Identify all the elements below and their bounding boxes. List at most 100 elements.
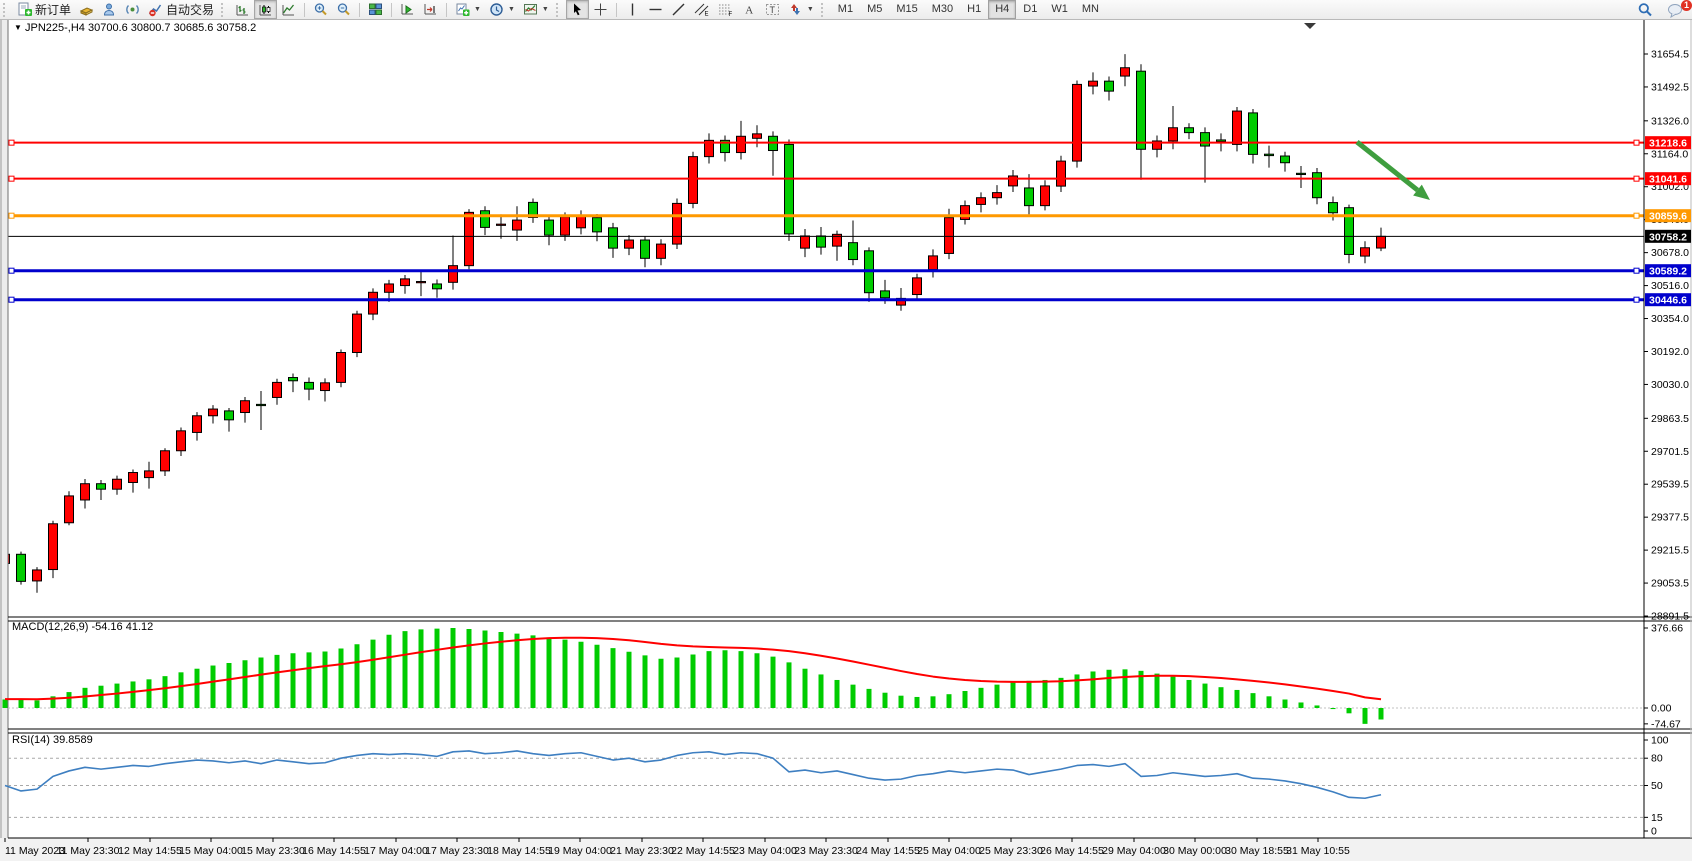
candle [1009,176,1018,186]
rsi-tick-label: 50 [1651,780,1663,792]
search-button[interactable] [1633,0,1657,19]
timeframe-button-W1[interactable]: W1 [1044,0,1075,19]
chart-shift-button[interactable] [419,0,442,19]
fibonacci-button[interactable]: F [714,0,738,19]
toolbar-grip[interactable] [821,3,828,17]
timeframe-button-H4[interactable]: H4 [988,0,1016,19]
candle [1329,203,1338,213]
toolbar-grip[interactable] [3,3,10,17]
candle [1377,236,1386,248]
candle [497,224,506,225]
auto-scroll-icon [400,2,415,17]
new-order-label: 新订单 [35,1,71,18]
chart-ohlc-values: 30700.6 30800.7 30685.6 30758.2 [88,22,256,34]
timeframe-button-H1[interactable]: H1 [960,0,988,19]
candle [657,244,666,258]
market-watch-button[interactable] [75,0,98,19]
candle [145,471,154,478]
autotrading-label: 自动交易 [166,1,214,18]
timeframe-button-M5[interactable]: M5 [860,0,889,19]
rsi-indicator-label: RSI(14) 39.8589 [12,734,93,746]
zoom-in-button[interactable] [309,0,332,19]
chart-shift-icon [423,2,438,17]
toolbar-grip[interactable] [556,3,563,17]
fibonacci-icon: F [718,2,734,17]
trendline-button[interactable] [667,0,690,19]
candle [1073,84,1082,161]
text-button[interactable]: A [738,0,761,19]
vertical-line-button[interactable] [621,0,644,19]
chart-canvas[interactable]: 31654.531492.531326.031164.031002.030840… [0,0,1692,861]
new-chart-icon [455,2,470,17]
toolbar-grip[interactable] [221,3,228,17]
rsi-tick-label: 100 [1651,735,1669,747]
candle [849,243,858,260]
autotrading-button[interactable]: 自动交易 [144,0,218,19]
zoom-in-icon [313,2,328,17]
arrows-icon [788,2,803,17]
price-tick-label: 29863.5 [1651,413,1689,425]
symbol-dropdown-arrow[interactable]: ▼ [14,23,22,32]
line-chart-button[interactable] [277,0,300,19]
candle [1057,161,1066,186]
candle [289,378,298,381]
timeframe-toolbar: M1M5M15M30H1H4D1W1MN [831,0,1106,19]
crosshair-button[interactable] [589,0,612,19]
candle [1025,188,1034,206]
candle [177,431,186,451]
timeframe-button-M30[interactable]: M30 [925,0,960,19]
cursor-button[interactable] [566,0,589,19]
crosshair-icon [593,2,608,17]
candle [449,266,458,283]
templates-dropdown[interactable]: ▼ [519,0,553,19]
tile-windows-button[interactable] [364,0,387,19]
timeframe-button-D1[interactable]: D1 [1016,0,1044,19]
price-tick-label: 31164.0 [1651,148,1688,160]
candle [1089,81,1098,86]
tile-windows-icon [368,2,383,17]
candle [737,136,746,152]
arrows-dropdown[interactable]: ▼ [784,0,818,19]
price-tick-label: 29215.5 [1651,545,1689,557]
notifications-button[interactable]: 1 [1663,0,1688,19]
candle [465,212,474,265]
time-tick-label: 17 May 23:30 [425,845,489,857]
bar-chart-button[interactable] [231,0,254,19]
price-tag-label: 31218.6 [1649,138,1687,150]
candle [593,218,602,232]
candle [1121,68,1130,76]
auto-scroll-button[interactable] [396,0,419,19]
timeframe-button-M1[interactable]: M1 [831,0,860,19]
time-tick-label: 22 May 14:55 [671,845,735,857]
candle [801,236,810,248]
price-tag-label: 30446.6 [1649,295,1687,307]
candle [545,220,554,235]
new-chart-dropdown[interactable]: ▼ [451,0,485,19]
navigator-button[interactable] [121,0,144,19]
cursor-icon [570,2,585,17]
text-label-button[interactable]: T [761,0,784,19]
chart-header[interactable]: ▼ JPN225-,H4 30700.6 30800.7 30685.6 307… [14,22,256,34]
horizontal-line-button[interactable] [644,0,667,19]
timeframe-button-MN[interactable]: MN [1075,0,1106,19]
text-icon: A [742,2,757,17]
time-tick-label: 24 May 14:55 [856,845,920,857]
new-order-button[interactable]: 新订单 [13,0,75,19]
zoom-out-button[interactable] [332,0,355,19]
candle [1265,154,1274,155]
candle [673,203,682,244]
candle [929,256,938,270]
horizontal-line-icon [648,2,663,17]
candle [225,411,234,420]
candle [1105,81,1114,91]
candle [945,218,954,254]
timeframe-button-M15[interactable]: M15 [889,0,924,19]
equidistant-channel-button[interactable]: E [690,0,714,19]
data-window-button[interactable] [98,0,121,19]
macd-tick-label: -74.67 [1651,718,1681,730]
candlestick-chart-button[interactable] [254,0,277,19]
periods-dropdown[interactable]: ▼ [485,0,519,19]
candle [81,484,90,500]
navigator-icon [125,2,140,17]
new-order-icon [17,2,32,17]
